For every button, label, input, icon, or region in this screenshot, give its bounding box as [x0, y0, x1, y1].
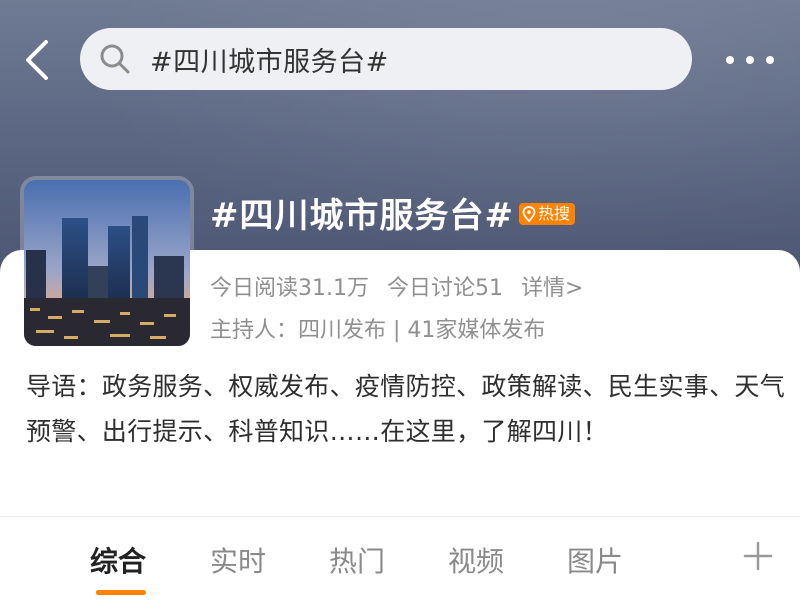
- tab-hot[interactable]: 热门: [329, 540, 385, 580]
- back-arrow-icon: [26, 40, 48, 80]
- tab-comprehensive[interactable]: 综合: [90, 540, 146, 580]
- topic-title: #四川城市服务台#: [210, 196, 514, 236]
- more-button[interactable]: [722, 48, 778, 72]
- back-button[interactable]: [18, 36, 58, 84]
- tab-bar: 综合 实时 热门 视频 图片: [0, 532, 800, 595]
- hot-search-badge-label: 热搜: [538, 204, 571, 223]
- search-query-text: #四川城市服务台#: [150, 46, 389, 78]
- hot-search-badge: 热搜: [519, 203, 576, 225]
- plus-icon: [743, 541, 773, 571]
- search-bar[interactable]: #四川城市服务台#: [80, 28, 692, 90]
- tab-realtime[interactable]: 实时: [210, 540, 266, 580]
- read-count: 今日阅读31.1万: [210, 276, 369, 301]
- host-info: 主持人：四川发布 | 41家媒体发布: [210, 318, 546, 343]
- topic-intro: 导语：政务服务、权威发布、疫情防控、政策解读、民生实事、天气预警、出行提示、科普…: [26, 372, 786, 446]
- location-pin-icon: [522, 206, 536, 222]
- divider: [0, 516, 800, 517]
- tab-video[interactable]: 视频: [448, 540, 504, 580]
- more-dots-icon: [726, 56, 774, 64]
- discussion-count: 今日讨论51: [387, 276, 503, 301]
- search-icon: [100, 44, 130, 74]
- detail-link[interactable]: 详情>: [521, 270, 583, 302]
- active-tab-indicator: [96, 590, 146, 595]
- add-tab-button[interactable]: [742, 540, 774, 572]
- topic-stats: 今日阅读31.1万 今日讨论51 详情>: [210, 270, 583, 302]
- topic-thumbnail-image: [24, 180, 190, 346]
- tab-images[interactable]: 图片: [567, 540, 623, 580]
